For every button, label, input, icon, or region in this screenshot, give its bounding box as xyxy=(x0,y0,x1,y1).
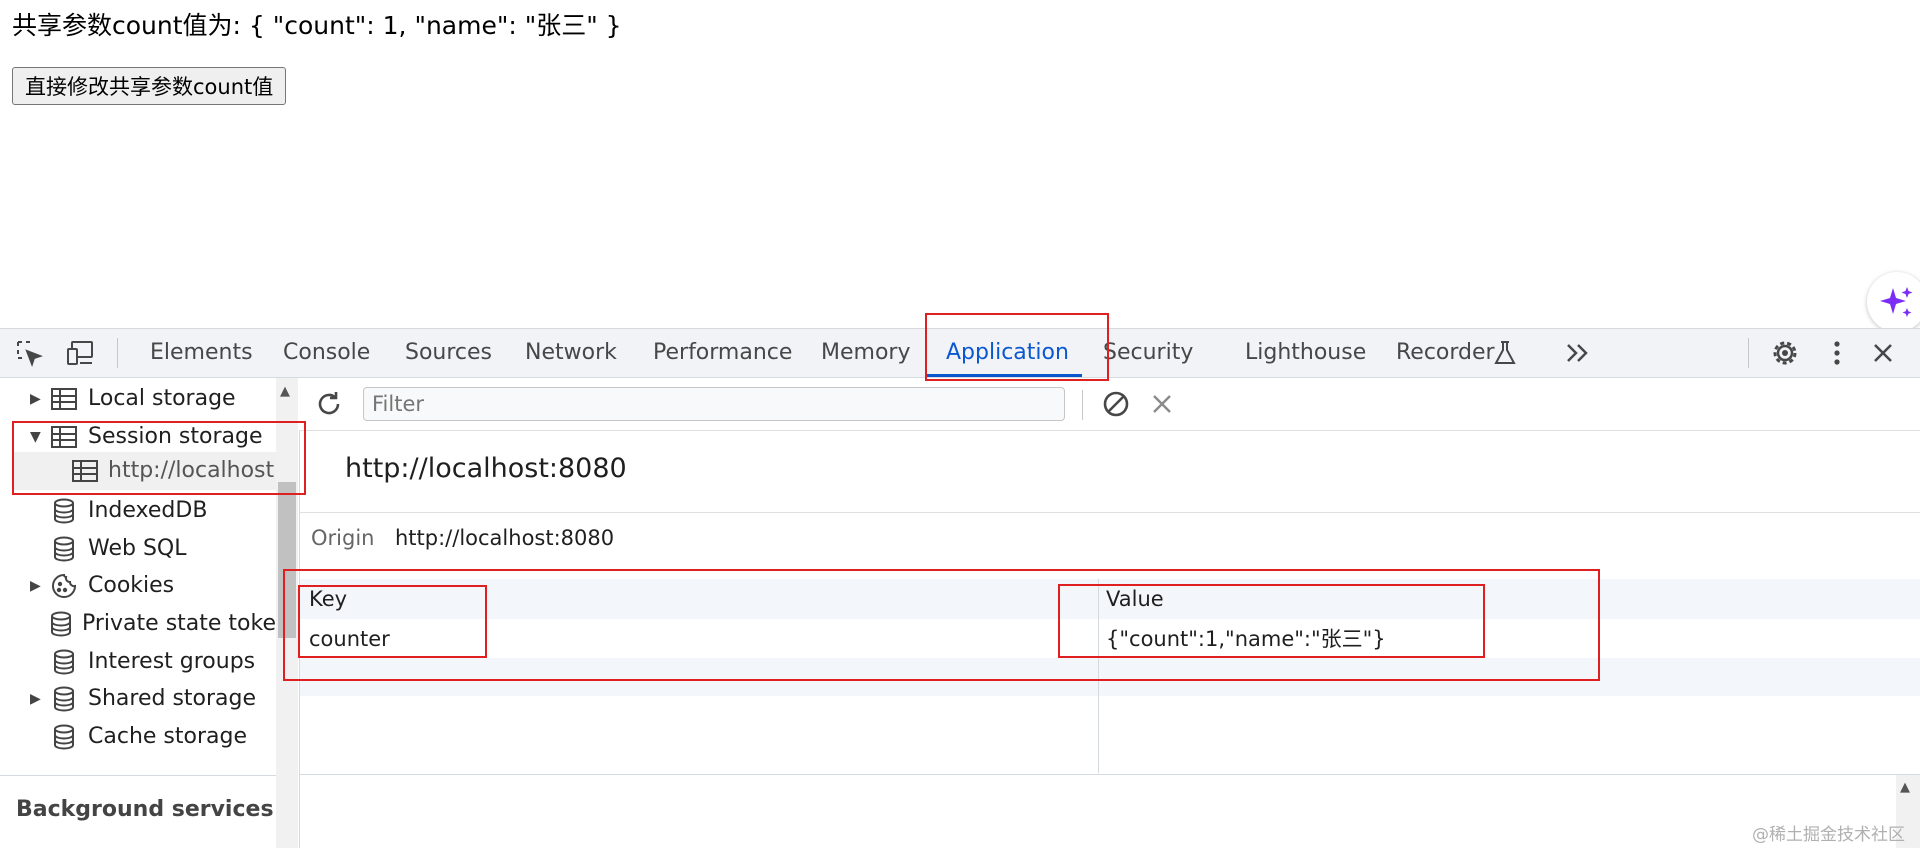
sidebar-item-label: Shared storage xyxy=(88,686,257,711)
toolbar-divider xyxy=(117,338,118,368)
watermark: @稀土掘金技术社区 xyxy=(1752,825,1905,845)
expand-arrow-icon[interactable]: ▶ xyxy=(30,567,44,605)
sidebar-item-local-storage[interactable]: ▶ Local storage xyxy=(30,380,236,418)
sidebar-item-label: Cache storage xyxy=(88,724,247,749)
annotation-box-value xyxy=(1058,584,1485,658)
annotation-box-session-storage xyxy=(12,421,306,495)
flask-icon xyxy=(1490,338,1520,368)
tab-performance[interactable]: Performance xyxy=(653,328,792,378)
refresh-icon[interactable] xyxy=(314,389,344,419)
database-icon xyxy=(50,685,78,713)
more-tabs-icon[interactable] xyxy=(1563,338,1593,368)
scroll-up-arrow-icon[interactable]: ▲ xyxy=(280,384,290,399)
shared-param-text: 共享参数count值为: { "count": 1, "name": "张三" … xyxy=(12,11,622,40)
annotation-box-application-tab xyxy=(925,313,1109,381)
tab-lighthouse[interactable]: Lighthouse xyxy=(1245,328,1366,378)
sidebar-item-interest-groups[interactable]: Interest groups xyxy=(44,643,255,681)
origin-label: Origin xyxy=(311,526,375,550)
sidebar-item-label: IndexedDB xyxy=(88,498,208,523)
tab-network[interactable]: Network xyxy=(525,328,617,378)
tab-console[interactable]: Console xyxy=(283,328,370,378)
origin-value: http://localhost:8080 xyxy=(395,526,615,550)
sidebar-item-label: Interest groups xyxy=(88,649,256,674)
tab-memory[interactable]: Memory xyxy=(821,328,910,378)
sidebar-item-label: Cookies xyxy=(88,573,175,598)
table-icon xyxy=(50,385,78,413)
database-icon xyxy=(50,610,72,638)
database-icon xyxy=(50,723,78,751)
inspect-element-icon[interactable] xyxy=(14,338,44,368)
device-toggle-icon[interactable] xyxy=(66,338,96,368)
sidebar-item-label: Web SQL xyxy=(88,536,187,561)
toolbar-divider-right xyxy=(1748,338,1749,368)
expand-arrow-icon[interactable]: ▶ xyxy=(30,380,44,418)
sidebar-item-label: Local storage xyxy=(88,386,236,411)
settings-gear-icon[interactable] xyxy=(1770,338,1800,368)
sidebar-item-shared-storage[interactable]: ▶ Shared storage xyxy=(30,680,256,718)
sidebar-item-private-state-tokens[interactable]: Private state tokens xyxy=(44,605,276,643)
sidebar-item-indexeddb[interactable]: IndexedDB xyxy=(44,492,207,530)
sparkle-icon xyxy=(1880,287,1913,317)
database-icon xyxy=(50,497,78,525)
clear-all-icon[interactable] xyxy=(1101,389,1131,419)
close-devtools-icon[interactable] xyxy=(1868,338,1898,368)
tab-elements[interactable]: Elements xyxy=(150,328,253,378)
sidebar-divider xyxy=(0,775,276,776)
sidebar-item-web-sql[interactable]: Web SQL xyxy=(44,530,187,568)
background-services-heading: Background services xyxy=(16,797,274,822)
modify-count-button[interactable]: 直接修改共享参数count值 xyxy=(12,67,287,105)
ai-assistant-button[interactable] xyxy=(1867,272,1920,332)
scroll-up-arrow-icon[interactable]: ▲ xyxy=(1900,780,1910,795)
tab-sources[interactable]: Sources xyxy=(405,328,492,378)
delete-selected-icon[interactable] xyxy=(1147,389,1177,419)
tab-security[interactable]: Security xyxy=(1103,328,1193,378)
filter-input[interactable] xyxy=(363,387,1065,421)
expand-arrow-icon[interactable]: ▶ xyxy=(30,680,44,718)
filter-divider xyxy=(1082,390,1083,420)
sidebar-item-label: Private state tokens xyxy=(82,611,276,636)
kebab-menu-icon[interactable] xyxy=(1822,338,1852,368)
sidebar-item-cache-storage[interactable]: Cache storage xyxy=(44,718,247,756)
cookie-icon xyxy=(50,572,78,600)
annotation-box-key xyxy=(298,585,487,658)
storage-origin-title: http://localhost:8080 xyxy=(345,453,627,484)
database-icon xyxy=(50,648,78,676)
sidebar-item-cookies[interactable]: ▶ Cookies xyxy=(30,567,174,605)
database-icon xyxy=(50,535,78,563)
tab-recorder[interactable]: Recorder xyxy=(1396,328,1495,378)
